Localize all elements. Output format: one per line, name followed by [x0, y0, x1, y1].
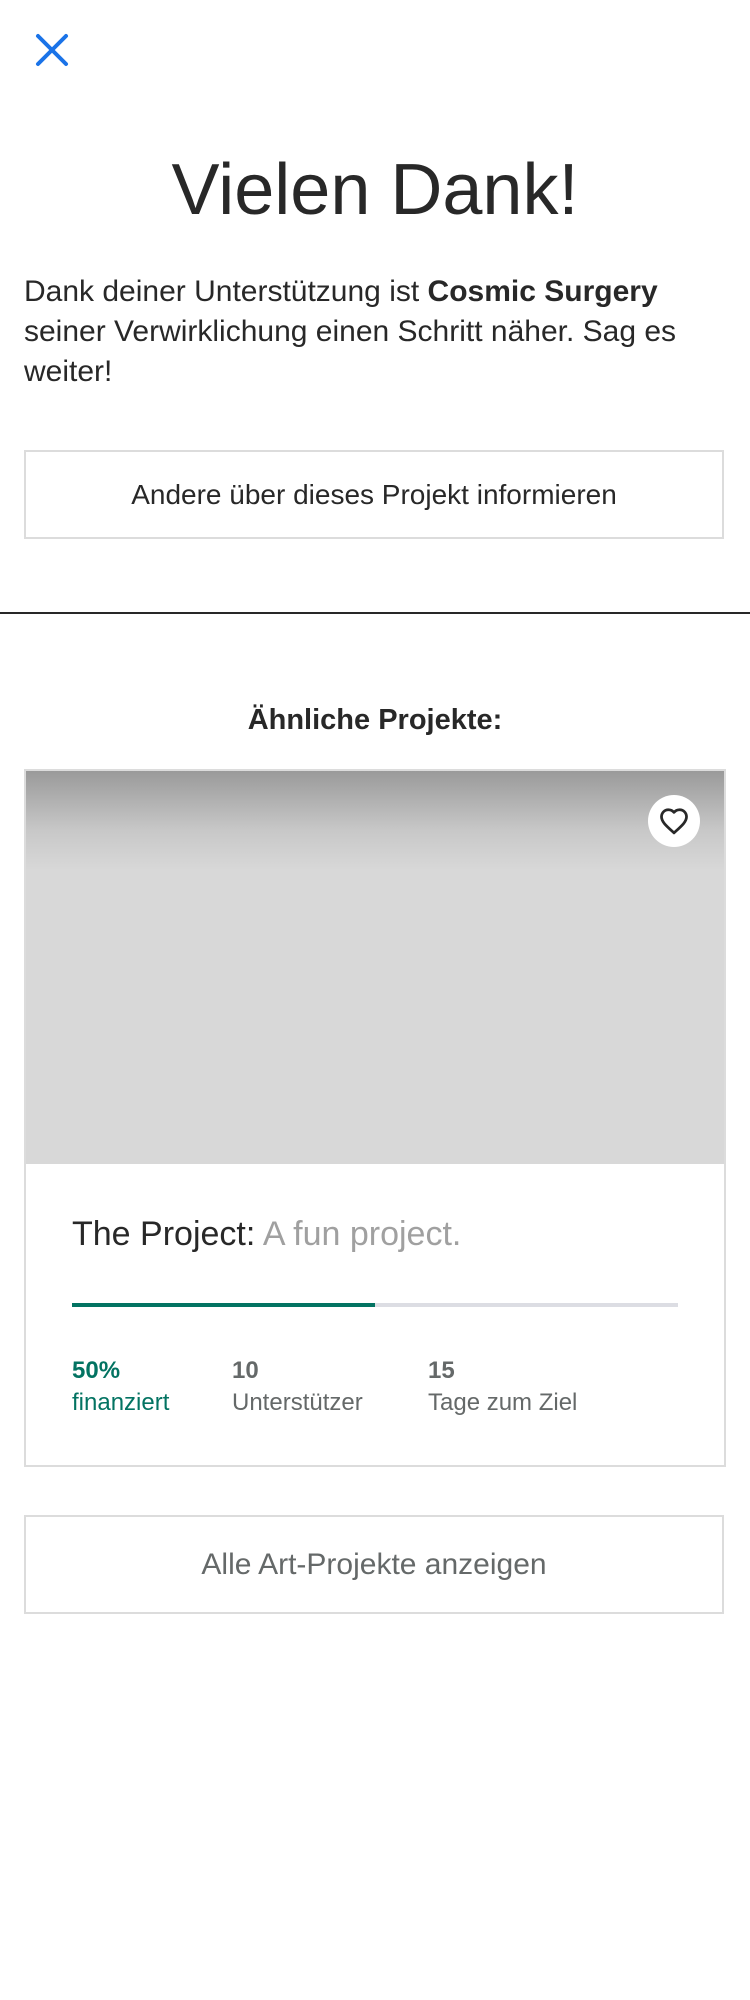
project-name: The Project: — [72, 1215, 256, 1253]
stat-funded-label: finanziert — [72, 1389, 170, 1416]
stat-days: 15 Tage zum Ziel — [428, 1355, 577, 1419]
close-button[interactable] — [24, 22, 80, 78]
all-art-projects-label: Alle Art-Projekte anzeigen — [201, 1547, 547, 1581]
stat-funded-value: 50% — [72, 1357, 121, 1384]
funding-progress-bar — [72, 1303, 678, 1307]
stat-days-label: Tage zum Ziel — [428, 1389, 578, 1416]
funding-progress-fill — [72, 1303, 375, 1307]
thanks-message-prefix: Dank deiner Unterstützung ist — [24, 275, 428, 308]
similar-projects-title: Ähnliche Projekte: — [247, 704, 503, 736]
project-image — [26, 771, 724, 1164]
project-title: The Project: A fun project. — [72, 1211, 461, 1257]
section-divider — [0, 612, 750, 614]
stat-funded: 50% finanziert — [72, 1355, 169, 1419]
stat-backers: 10 Unterstützer — [232, 1355, 363, 1419]
project-card[interactable]: The Project: A fun project. 50% finanzie… — [24, 769, 726, 1467]
favorite-button[interactable] — [648, 795, 700, 847]
all-art-projects-button[interactable]: Alle Art-Projekte anzeigen — [24, 1515, 724, 1614]
share-project-label: Andere über dieses Projekt informieren — [131, 478, 617, 510]
backed-project-name: Cosmic Surgery — [427, 275, 658, 308]
thanks-message-suffix: seiner Verwirklichung einen Schritt nähe… — [24, 315, 677, 388]
stat-days-value: 15 — [428, 1357, 455, 1384]
project-blurb: A fun project. — [255, 1215, 462, 1253]
share-project-button[interactable]: Andere über dieses Projekt informieren — [24, 450, 724, 539]
close-icon — [36, 34, 68, 66]
stat-backers-value: 10 — [232, 1357, 259, 1384]
thanks-message: Dank deiner Unterstützung ist Cosmic Sur… — [24, 272, 724, 392]
thanks-title: Vielen Dank! — [171, 150, 579, 230]
stat-backers-label: Unterstützer — [232, 1389, 363, 1416]
heart-icon — [660, 808, 688, 835]
